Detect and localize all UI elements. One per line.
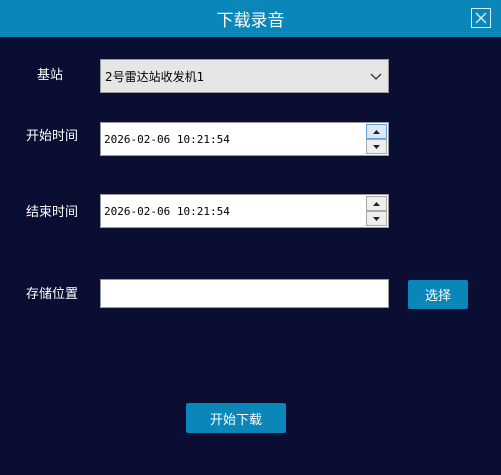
- chevron-down-icon: [370, 73, 382, 80]
- start-time-value: 2026-02-06 10:21:54: [104, 133, 230, 146]
- end-time-up-button[interactable]: [366, 196, 387, 211]
- arrow-down-icon: [373, 144, 380, 149]
- window-title: 下载录音: [216, 11, 285, 31]
- storage-label: 存储位置: [26, 287, 79, 302]
- browse-button[interactable]: 选择: [408, 280, 468, 309]
- end-time-value: 2026-02-06 10:21:54: [104, 205, 230, 218]
- start-time-down-button[interactable]: [366, 139, 387, 154]
- storage-path-input[interactable]: [100, 279, 389, 308]
- arrow-down-icon: [373, 216, 380, 221]
- start-time-picker[interactable]: 2026-02-06 10:21:54: [100, 122, 389, 156]
- station-select[interactable]: 2号雷达站收发机1: [100, 59, 389, 93]
- arrow-up-icon: [373, 201, 380, 206]
- start-time-spinner: [366, 124, 387, 154]
- start-download-button[interactable]: 开始下载: [186, 403, 286, 433]
- end-time-spinner: [366, 196, 387, 226]
- end-time-down-button[interactable]: [366, 211, 387, 226]
- end-time-picker[interactable]: 2026-02-06 10:21:54: [100, 194, 389, 228]
- station-label: 基站: [37, 68, 64, 83]
- title-bar: 下载录音: [0, 0, 501, 37]
- close-icon: [475, 12, 487, 24]
- start-time-label: 开始时间: [26, 129, 79, 144]
- close-button[interactable]: [471, 8, 491, 28]
- end-time-label: 结束时间: [26, 205, 79, 220]
- arrow-up-icon: [373, 129, 380, 134]
- start-time-up-button[interactable]: [366, 124, 387, 139]
- station-select-value: 2号雷达站收发机1: [105, 70, 205, 84]
